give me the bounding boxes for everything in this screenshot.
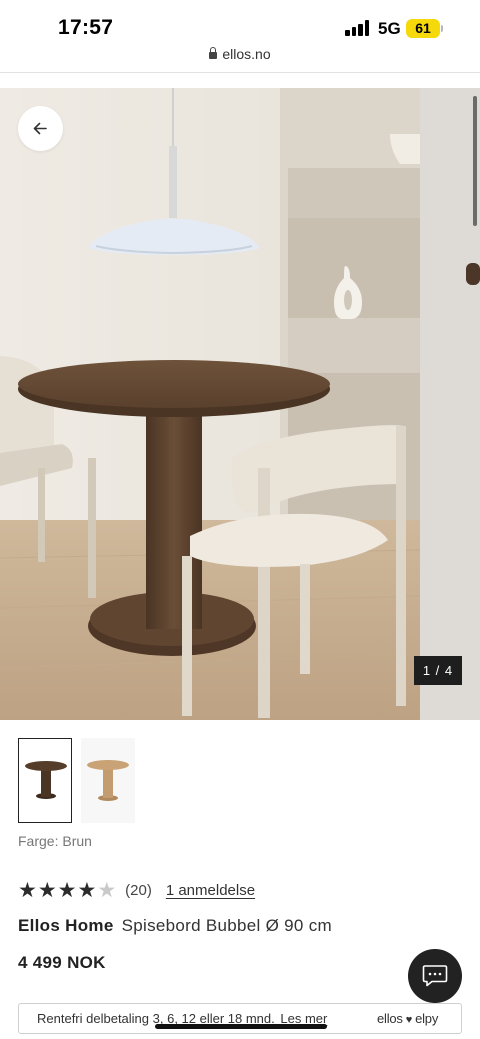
product-image — [0, 88, 480, 720]
heart-icon: ♥ — [405, 1014, 413, 1026]
star-empty-icon: ★ — [97, 878, 117, 902]
back-button[interactable] — [18, 106, 63, 151]
url-text: ellos.no — [222, 46, 271, 62]
thumbnail-brown[interactable] — [18, 738, 72, 823]
rating-row: ★ ★ ★ ★ ★ (20) 1 anmeldelse — [18, 879, 255, 901]
product-price: 4 499 NOK — [18, 953, 106, 972]
logo-ellos: ellos — [377, 1011, 403, 1026]
signal-bars-icon — [345, 20, 371, 36]
color-label: Farge: Brun — [18, 833, 92, 849]
battery-indicator: 61 — [406, 19, 440, 38]
url-bar[interactable]: ellos.no — [0, 46, 480, 72]
thumbnail-image — [87, 760, 129, 801]
product-brand: Ellos Home — [18, 916, 114, 935]
gallery-scrollbar[interactable] — [473, 96, 477, 226]
status-time: 17:57 — [58, 16, 114, 39]
ellos-elpy-logo: ellos ♥ elpy — [377, 1011, 438, 1026]
star-full-icon: ★ — [57, 878, 77, 902]
financing-banner[interactable]: Rentefri delbetaling 3, 6, 12 eller 18 m… — [18, 1003, 462, 1034]
status-bar: 17:57 5G 61 — [0, 0, 480, 46]
product-name: Spisebord Bubbel Ø 90 cm — [121, 916, 332, 935]
lock-icon — [209, 47, 218, 59]
star-full-icon: ★ — [77, 878, 97, 902]
logo-elpy: elpy — [415, 1011, 439, 1026]
chat-button[interactable] — [408, 949, 462, 1003]
chat-bubble-icon — [422, 965, 448, 987]
product-title: Ellos Home Spisebord Bubbel Ø 90 cm — [18, 916, 332, 936]
reviews-link[interactable]: 1 anmeldelse — [166, 882, 255, 899]
star-rating: ★ ★ ★ ★ ★ — [18, 880, 117, 901]
image-counter: 1 / 4 — [414, 656, 462, 685]
star-full-icon: ★ — [18, 878, 37, 902]
network-type: 5G — [378, 19, 401, 38]
battery-tip — [441, 25, 443, 32]
product-image-gallery[interactable]: 1 / 4 — [0, 88, 480, 720]
rating-count: (20) — [125, 881, 152, 899]
arrow-left-icon — [33, 122, 47, 135]
url-divider — [0, 72, 480, 73]
star-full-icon: ★ — [37, 878, 57, 902]
thumbnail-natural[interactable] — [81, 738, 135, 823]
thumbnail-image — [25, 761, 67, 799]
home-indicator[interactable] — [155, 1024, 327, 1029]
